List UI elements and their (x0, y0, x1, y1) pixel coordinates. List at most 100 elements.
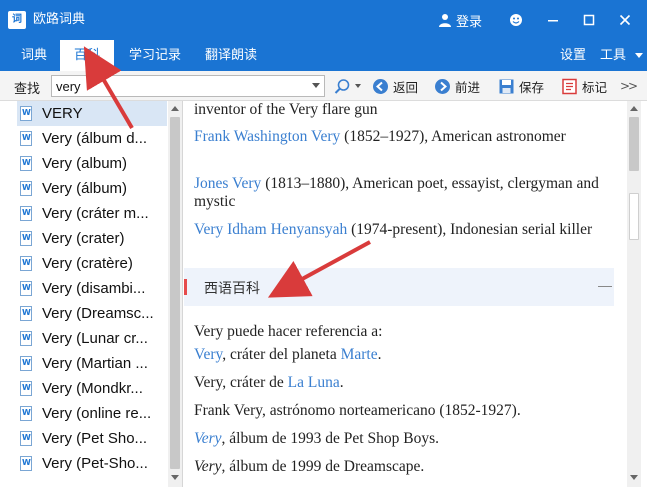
document-icon (20, 406, 32, 421)
collapse-icon[interactable] (598, 286, 612, 287)
list-item[interactable]: VERY (17, 101, 167, 126)
entry-list: VERY Very (álbum d... Very (album) Very … (0, 101, 183, 487)
forward-button[interactable]: 前进 (434, 76, 480, 96)
text-line: Very puede hacer referencia a: (194, 323, 383, 340)
list-item[interactable]: Very (Pet Sho... (17, 426, 167, 451)
bookmark-button[interactable]: 标记 (561, 76, 607, 96)
main-tab-bar: 词典 百科 学习记录 翻译朗读 设置 工具 (0, 40, 647, 71)
entry-link[interactable]: Very (194, 430, 222, 447)
window-title: 欧路词典 (33, 12, 86, 27)
document-icon (20, 206, 32, 221)
entry-paragraph: Frank Washington Very (1852–1927), Ameri… (194, 128, 566, 145)
list-item[interactable]: Very (álbum) (17, 176, 167, 201)
scroll-up-icon[interactable] (630, 106, 638, 111)
minimize-icon (548, 20, 558, 22)
scroll-up-icon[interactable] (171, 106, 179, 111)
tab-dictionary[interactable]: 词典 (12, 40, 56, 71)
list-item[interactable]: Very (álbum d... (17, 126, 167, 151)
search-history-dropdown-icon[interactable] (312, 83, 320, 88)
content-scrollbar[interactable] (627, 101, 641, 487)
text-line: Frank Very, astrónomo norteamericano (18… (194, 402, 521, 419)
title-bar: 词 欧路词典 登录 (0, 0, 647, 40)
minimize-button[interactable] (541, 8, 565, 32)
save-icon (499, 79, 514, 93)
section-marker (184, 279, 187, 295)
tab-translate-read[interactable]: 翻译朗读 (200, 40, 262, 71)
search-icon (334, 78, 350, 94)
bookmark-icon (562, 78, 577, 94)
back-label: 返回 (393, 79, 419, 95)
close-icon (619, 14, 631, 26)
list-item[interactable]: Very (cratère) (17, 251, 167, 276)
forward-arrow-icon (435, 78, 450, 94)
login-button[interactable]: 登录 (438, 10, 482, 30)
search-toolbar: 查找 返回 前进 保存 标记 >> (0, 71, 647, 101)
document-icon (20, 381, 32, 396)
list-item[interactable]: Very (online re... (17, 401, 167, 426)
list-item[interactable]: Very (crater) (17, 226, 167, 251)
entry-paragraph: Very Idham Henyansyah (1974-present), In… (194, 221, 593, 238)
document-icon (20, 306, 32, 321)
document-icon (20, 456, 32, 471)
entry-paragraph: Very, cráter de La Luna. (194, 374, 344, 391)
entry-link[interactable]: Marte (341, 346, 378, 363)
save-button[interactable]: 保存 (498, 76, 544, 96)
list-item[interactable]: Very (cráter m... (17, 201, 167, 226)
bookmark-label: 标记 (582, 79, 608, 95)
article-content: inventor of the Very flare gun Frank Was… (184, 101, 647, 487)
smiley-icon (510, 14, 522, 26)
scroll-down-icon[interactable] (171, 475, 179, 480)
list-item[interactable]: Very (Mondkr... (17, 376, 167, 401)
content-scroll-thumb[interactable] (629, 117, 639, 171)
list-scrollbar[interactable] (168, 101, 182, 487)
list-item[interactable]: Very (album) (17, 151, 167, 176)
list-item[interactable]: Very (Pet-Sho... (17, 451, 167, 476)
maximize-button[interactable] (577, 8, 601, 32)
document-icon (20, 131, 32, 146)
toolbar-overflow-button[interactable]: >> (620, 79, 638, 93)
tools-menu[interactable]: 工具 (600, 40, 644, 71)
document-icon (20, 231, 32, 246)
tab-study-history[interactable]: 学习记录 (124, 40, 186, 71)
entry-link[interactable]: Very Idham Henyansyah (194, 221, 347, 238)
entry-paragraph: Jones Very (1813–1880), American poet, e… (194, 175, 599, 210)
user-icon (439, 14, 451, 27)
document-icon (20, 156, 32, 171)
login-label: 登录 (456, 14, 483, 30)
entry-link[interactable]: Frank Washington Very (194, 128, 340, 145)
list-item[interactable]: Very (Martian ... (17, 351, 167, 376)
text-line: inventor of the Very flare gun (194, 101, 378, 118)
search-button[interactable] (334, 76, 361, 96)
entry-paragraph: Very, álbum de 1993 de Pet Shop Boys. (194, 430, 439, 447)
search-input[interactable] (52, 76, 297, 96)
document-icon (20, 431, 32, 446)
forward-label: 前进 (455, 79, 481, 95)
skin-button[interactable] (504, 8, 528, 32)
search-box (51, 75, 325, 97)
close-button[interactable] (613, 8, 637, 32)
document-icon (20, 256, 32, 271)
document-icon (20, 331, 32, 346)
entry-paragraph: Very, álbum de 1999 de Dreamscape. (194, 458, 425, 475)
list-scroll-thumb[interactable] (170, 117, 180, 469)
tools-label: 工具 (600, 48, 627, 63)
list-item[interactable]: Very (Lunar cr... (17, 326, 167, 351)
document-icon (20, 106, 32, 121)
list-item[interactable]: Very (disambi... (17, 276, 167, 301)
entry-link[interactable]: Jones Very (194, 175, 261, 192)
tab-encyclopedia[interactable]: 百科 (60, 40, 114, 71)
maximize-icon (583, 14, 595, 26)
scroll-down-icon[interactable] (630, 475, 638, 480)
entry-link[interactable]: La Luna (288, 374, 340, 391)
section-title: 西语百科 (204, 281, 260, 297)
list-item[interactable]: Very (Dreamsc... (17, 301, 167, 326)
save-label: 保存 (519, 79, 545, 95)
section-header[interactable]: 西语百科 (184, 268, 614, 306)
content-scroll-track-segment[interactable] (629, 193, 639, 240)
entry-link[interactable]: Very (194, 346, 222, 363)
document-icon (20, 281, 32, 296)
back-arrow-icon (373, 78, 388, 94)
document-icon (20, 356, 32, 371)
back-button[interactable]: 返回 (372, 76, 418, 96)
settings-menu[interactable]: 设置 (560, 40, 586, 71)
